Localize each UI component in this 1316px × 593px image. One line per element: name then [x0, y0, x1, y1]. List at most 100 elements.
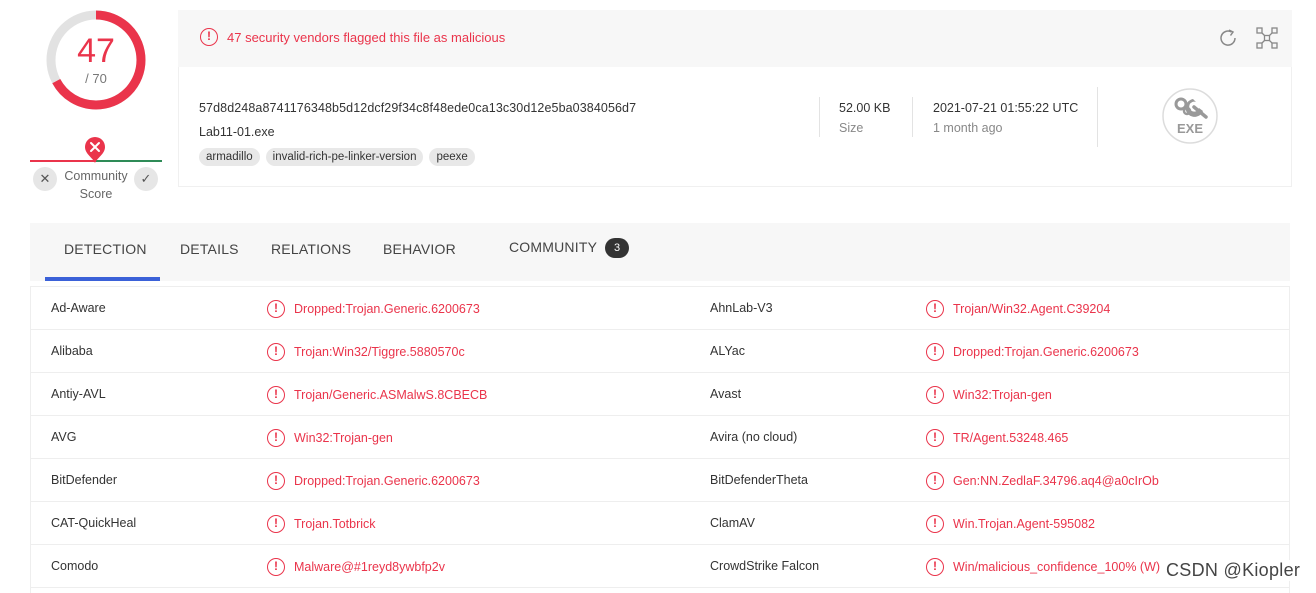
vote-harmless-button[interactable]: ✓	[134, 167, 158, 191]
file-info-card: 57d8d248a8741176348b5d12dcf29f34c8f48ede…	[178, 67, 1292, 187]
detection-label: Win.Trojan.Agent-595082	[953, 517, 1095, 531]
detected-count: 47	[77, 32, 115, 70]
vendor-name: ALYac	[710, 344, 745, 358]
tag-armadillo[interactable]: armadillo	[199, 148, 260, 166]
malicious-icon: !	[267, 429, 285, 447]
alert-text: 47 security vendors flagged this file as…	[227, 29, 506, 45]
tab-relations[interactable]: RELATIONS	[271, 241, 351, 257]
detection-label: TR/Agent.53248.465	[953, 431, 1069, 445]
detection-result: ! Win.Trojan.Agent-595082	[926, 515, 1095, 533]
detection-row: Alibaba ! Trojan:Win32/Tiggre.5880570c A…	[31, 330, 1289, 373]
file-size-label: Size	[839, 121, 864, 135]
malicious-icon: !	[926, 343, 944, 361]
file-type-text: EXE	[1177, 121, 1203, 136]
malicious-icon: !	[267, 300, 285, 318]
active-tab-indicator	[45, 277, 160, 281]
detection-result: ! Win/malicious_confidence_100% (W)	[926, 558, 1160, 576]
detection-result: ! Win32:Trojan-gen	[267, 429, 393, 447]
vendor-name: CrowdStrike Falcon	[710, 559, 820, 573]
detection-label: Win/malicious_confidence_100% (W)	[953, 560, 1161, 574]
graph-icon[interactable]	[1255, 26, 1279, 50]
malicious-icon: !	[926, 300, 944, 318]
file-sha256[interactable]: 57d8d248a8741176348b5d12dcf29f34c8f48ede…	[199, 101, 636, 115]
community-score: ✕ Community Score ✓	[30, 136, 162, 206]
vendor-name: Comodo	[51, 559, 99, 573]
vendor-name: Ad-Aware	[51, 301, 106, 315]
tag-peexe[interactable]: peexe	[429, 148, 475, 166]
detection-label: Trojan:Win32/Tiggre.5880570c	[294, 345, 465, 359]
malicious-icon: !	[267, 343, 285, 361]
detection-result: ! Trojan.Totbrick	[267, 515, 376, 533]
file-tags: armadillo invalid-rich-pe-linker-version…	[199, 148, 475, 166]
malicious-icon: !	[267, 515, 285, 533]
watermark: CSDN @Kiopler	[1164, 560, 1303, 581]
detection-result: ! Trojan:Win32/Tiggre.5880570c	[267, 343, 465, 361]
detection-result: ! Trojan/Generic.ASMalwS.8CBECB	[267, 386, 487, 404]
detection-result: ! Gen:NN.ZedlaF.34796.aq4@a0cIrOb	[926, 472, 1159, 490]
total-engines: / 70	[85, 71, 107, 86]
detection-result: ! Dropped:Trojan.Generic.6200673	[926, 343, 1139, 361]
detection-label: Win32:Trojan-gen	[294, 431, 393, 445]
detection-label: Dropped:Trojan.Generic.6200673	[294, 302, 480, 316]
vendor-name: Avira (no cloud)	[710, 430, 798, 444]
exe-file-icon: EXE	[1162, 88, 1218, 144]
detection-label: Trojan.Totbrick	[294, 517, 376, 531]
detection-result: ! TR/Agent.53248.465	[926, 429, 1068, 447]
divider	[912, 97, 913, 137]
detection-label: Trojan/Generic.ASMalwS.8CBECB	[294, 388, 488, 402]
detection-result: ! Trojan/Win32.Agent.C39204	[926, 300, 1110, 318]
divider	[1097, 87, 1098, 147]
tag-invalid-rich-pe-linker-version[interactable]: invalid-rich-pe-linker-version	[265, 148, 424, 166]
malicious-icon: !	[926, 515, 944, 533]
refresh-icon[interactable]	[1216, 26, 1240, 50]
tab-community-label: COMMUNITY	[509, 239, 598, 255]
vendor-name: CAT-QuickHeal	[51, 516, 137, 530]
detection-row: Comodo ! Malware@#1reyd8ywbfp2v CrowdStr…	[31, 545, 1289, 588]
community-marker-icon	[85, 137, 105, 163]
detection-label: Dropped:Trojan.Generic.6200673	[953, 345, 1139, 359]
detection-label: Malware@#1reyd8ywbfp2v	[294, 560, 445, 574]
malicious-icon: !	[267, 472, 285, 490]
detection-row: Ad-Aware ! Dropped:Trojan.Generic.620067…	[31, 287, 1289, 330]
malicious-icon: !	[926, 558, 944, 576]
alert-bar: ! 47 security vendors flagged this file …	[178, 10, 1292, 67]
detection-label: Dropped:Trojan.Generic.6200673	[294, 474, 480, 488]
malicious-icon: !	[267, 386, 285, 404]
vendor-name: ClamAV	[710, 516, 755, 530]
malicious-icon: !	[267, 558, 285, 576]
file-name: Lab11-01.exe	[199, 125, 275, 139]
detection-row: BitDefender ! Dropped:Trojan.Generic.620…	[31, 459, 1289, 502]
vote-malicious-button[interactable]: ✕	[33, 167, 57, 191]
tab-behavior[interactable]: BEHAVIOR	[383, 241, 456, 257]
detection-label: Win32:Trojan-gen	[953, 388, 1052, 402]
alert-icon: !	[200, 28, 218, 46]
tab-detection[interactable]: DETECTION	[64, 241, 147, 257]
malicious-icon: !	[926, 429, 944, 447]
vendor-name: Alibaba	[51, 344, 93, 358]
malicious-alert: ! 47 security vendors flagged this file …	[200, 28, 505, 46]
detection-row: Antiy-AVL ! Trojan/Generic.ASMalwS.8CBEC…	[31, 373, 1289, 416]
divider	[819, 97, 820, 137]
tab-bar: DETECTION DETAILS RELATIONS BEHAVIOR COM…	[30, 223, 1290, 281]
tab-community[interactable]: COMMUNITY 3	[509, 238, 630, 258]
last-analysis-ago: 1 month ago	[933, 121, 1003, 135]
vendor-name: AVG	[51, 430, 77, 444]
detection-score-gauge: 47 / 70	[44, 8, 148, 112]
detection-result: ! Dropped:Trojan.Generic.6200673	[267, 472, 480, 490]
malicious-icon: !	[926, 386, 944, 404]
vendor-name: Antiy-AVL	[51, 387, 106, 401]
detection-row: CAT-QuickHeal ! Trojan.Totbrick ClamAV !…	[31, 502, 1289, 545]
vendor-name: BitDefenderTheta	[710, 473, 808, 487]
malicious-icon: !	[926, 472, 944, 490]
detection-result: ! Malware@#1reyd8ywbfp2v	[267, 558, 445, 576]
detection-result: ! Win32:Trojan-gen	[926, 386, 1052, 404]
community-score-label: Community Score	[64, 169, 128, 201]
detection-label: Gen:NN.ZedlaF.34796.aq4@a0cIrOb	[953, 474, 1159, 488]
vendor-name: BitDefender	[51, 473, 118, 487]
community-count-badge: 3	[605, 238, 630, 258]
vendor-name: Avast	[710, 387, 742, 401]
tab-details[interactable]: DETAILS	[180, 241, 239, 257]
detection-result: ! Dropped:Trojan.Generic.6200673	[267, 300, 480, 318]
file-size-value: 52.00 KB	[839, 101, 891, 115]
detection-row: AVG ! Win32:Trojan-gen Avira (no cloud) …	[31, 416, 1289, 459]
